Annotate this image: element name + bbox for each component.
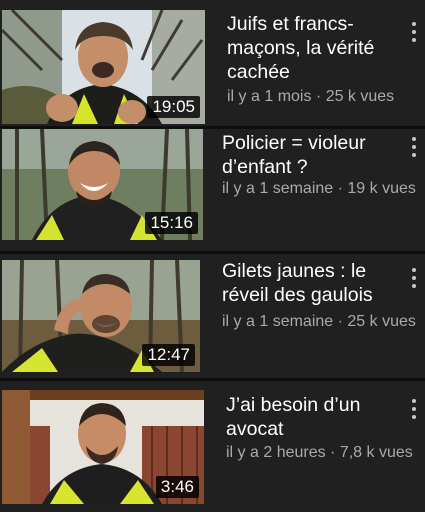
video-title[interactable]: J’ai besoin d’un avocat: [226, 393, 360, 441]
video-meta: il y a 1 mois · 25 k vues: [227, 88, 395, 105]
video-feed: 19:05 Juifs et francs- maçons, la vérité…: [0, 0, 425, 512]
video-meta: il y a 1 semaine · 19 k vues: [222, 180, 416, 197]
video-duration: 19:05: [147, 96, 200, 118]
video-thumbnail[interactable]: 12:47: [2, 260, 200, 372]
video-meta: il y a 2 heures · 7,8 k vues: [226, 444, 413, 461]
video-meta: il y a 1 semaine · 25 k vues: [222, 313, 416, 330]
more-vert-icon[interactable]: [405, 135, 423, 159]
video-row[interactable]: 15:16 Policier = violeur d’enfant ? il y…: [0, 129, 425, 251]
more-vert-icon[interactable]: [405, 20, 423, 44]
video-thumbnail[interactable]: 19:05: [2, 10, 205, 124]
video-thumbnail[interactable]: 3:46: [2, 390, 204, 504]
video-duration: 12:47: [142, 344, 195, 366]
video-title[interactable]: Gilets jaunes : le réveil des gaulois: [222, 259, 373, 307]
video-title[interactable]: Policier = violeur d’enfant ?: [222, 131, 366, 179]
more-vert-icon[interactable]: [405, 397, 423, 421]
video-row[interactable]: 12:47 Gilets jaunes : le réveil des gaul…: [0, 254, 425, 378]
video-row[interactable]: 3:46 J’ai besoin d’un avocat il y a 2 he…: [0, 381, 425, 512]
video-duration: 3:46: [155, 476, 199, 498]
video-duration: 15:16: [145, 212, 198, 234]
video-row[interactable]: 19:05 Juifs et francs- maçons, la vérité…: [0, 0, 425, 126]
video-title[interactable]: Juifs et francs- maçons, la vérité caché…: [227, 12, 374, 84]
more-vert-icon[interactable]: [405, 266, 423, 290]
video-thumbnail[interactable]: 15:16: [2, 129, 203, 240]
